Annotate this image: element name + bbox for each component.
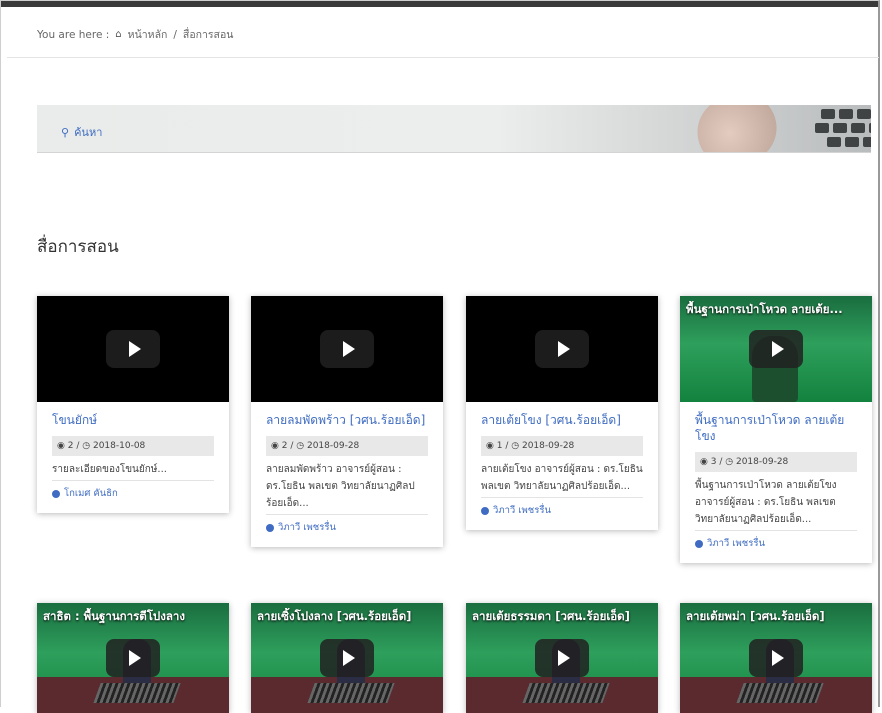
breadcrumb-current: สื่อการสอน (182, 29, 234, 41)
card-description: รายละเอียดของโขนยักษ์... (52, 461, 214, 481)
play-icon[interactable] (535, 639, 589, 677)
card-author[interactable]: วิภาวี เพชรรื่น (695, 536, 857, 551)
video-overlay-title: ลายเต้ยพม่า [วศน.ร้อยเอ็ด] (686, 609, 825, 623)
media-card: ลายลมพัดพร้าว [วศน.ร้อยเอ็ด] ◉ 2 / ◷ 201… (251, 296, 443, 547)
media-card: ลายเต้ยธรรมดา [วศน.ร้อยเอ็ด] (466, 603, 658, 713)
video-overlay-title: ลายเต้ยธรรมดา [วศน.ร้อยเอ็ด] (472, 609, 630, 623)
user-icon (52, 489, 60, 498)
post-date: 2018-10-08 (92, 441, 146, 451)
search-link[interactable]: ⚲ ค้นหา (61, 123, 102, 141)
clock-icon: ◷ (82, 441, 91, 451)
clock-icon: ◷ (296, 441, 305, 451)
author-name: โกเมศ คันธิก (64, 488, 118, 499)
clock-icon: ◷ (725, 457, 734, 467)
video-overlay-title: สาธิต : พื้นฐานการตีโปงลาง (43, 609, 185, 623)
author-name: วิภาวี เพชรรื่น (707, 538, 765, 549)
video-thumbnail[interactable]: สาธิต : พื้นฐานการตีโปงลาง (37, 603, 229, 713)
user-icon (695, 539, 703, 548)
author-name: วิภาวี เพชรรื่น (493, 505, 551, 516)
card-description: ลายเต้ยโขง อาจารย์ผู้สอน : ดร.โยธิน พลเข… (481, 461, 643, 498)
video-thumbnail[interactable]: ลายเต้ยธรรมดา [วศน.ร้อยเอ็ด] (466, 603, 658, 713)
view-count: 2 (281, 441, 288, 451)
card-title[interactable]: โขนยักษ์ (52, 412, 214, 428)
divider (7, 57, 879, 58)
banner-keyboard-image (777, 109, 871, 152)
card-author[interactable]: วิภาวี เพชรรื่น (266, 520, 428, 535)
search-label: ค้นหา (74, 126, 103, 139)
view-count: 3 (710, 457, 717, 467)
video-overlay-title: พื้นฐานการเป่าโหวด ลายเต้ย... (686, 302, 843, 316)
post-date: 2018-09-28 (521, 441, 575, 451)
card-title[interactable]: ลายลมพัดพร้าว [วศน.ร้อยเอ็ด] (266, 412, 428, 428)
home-icon: ⌂ (115, 29, 122, 40)
card-meta: ◉ 3 / ◷ 2018-09-28 (695, 452, 857, 472)
breadcrumb-separator: / (173, 28, 177, 41)
play-icon[interactable] (749, 639, 803, 677)
play-icon[interactable] (106, 330, 160, 368)
play-icon[interactable] (535, 330, 589, 368)
section-title: สื่อการสอน (37, 237, 119, 257)
card-title[interactable]: พื้นฐานการเป่าโหวด ลายเต้ยโขง (695, 412, 857, 444)
card-author[interactable]: วิภาวี เพชรรื่น (481, 503, 643, 518)
media-card: ลายเซิ้งโปงลาง [วศน.ร้อยเอ็ด] (251, 603, 443, 713)
card-meta: ◉ 2 / ◷ 2018-09-28 (266, 436, 428, 456)
card-author[interactable]: โกเมศ คันธิก (52, 486, 214, 501)
clock-icon: ◷ (511, 441, 520, 451)
breadcrumb-home[interactable]: หน้าหลัก (128, 26, 168, 43)
card-description: พื้นฐานการเป่าโหวด ลายเต้ยโขง อาจารย์ผู้… (695, 477, 857, 531)
media-card: ลายเต้ยโขง [วศน.ร้อยเอ็ด] ◉ 1 / ◷ 2018-0… (466, 296, 658, 530)
video-xylophone-image (93, 683, 181, 703)
top-bar (1, 1, 878, 7)
video-thumbnail[interactable]: ลายเซิ้งโปงลาง [วศน.ร้อยเอ็ด] (251, 603, 443, 713)
media-card: ลายเต้ยพม่า [วศน.ร้อยเอ็ด] (680, 603, 872, 713)
search-banner: ⚲ ค้นหา (37, 105, 871, 153)
eye-icon: ◉ (486, 441, 494, 451)
video-xylophone-image (307, 683, 395, 703)
breadcrumb: You are here : ⌂ หน้าหลัก / สื่อการสอน (37, 26, 233, 43)
eye-icon: ◉ (271, 441, 279, 451)
video-thumbnail[interactable] (37, 296, 229, 402)
card-meta: ◉ 1 / ◷ 2018-09-28 (481, 436, 643, 456)
eye-icon: ◉ (700, 457, 708, 467)
breadcrumb-prefix: You are here : (37, 28, 110, 41)
media-card: พื้นฐานการเป่าโหวด ลายเต้ย... พื้นฐานการ… (680, 296, 872, 563)
view-count: 2 (67, 441, 74, 451)
play-icon[interactable] (320, 639, 374, 677)
video-thumbnail[interactable]: ลายเต้ยพม่า [วศน.ร้อยเอ็ด] (680, 603, 872, 713)
user-icon (266, 523, 274, 532)
post-date: 2018-09-28 (306, 441, 360, 451)
play-icon[interactable] (106, 639, 160, 677)
view-count: 1 (496, 441, 503, 451)
video-overlay-title: ลายเซิ้งโปงลาง [วศน.ร้อยเอ็ด] (257, 609, 412, 623)
video-thumbnail[interactable] (466, 296, 658, 402)
video-xylophone-image (522, 683, 610, 703)
card-description: ลายลมพัดพร้าว อาจารย์ผู้สอน : ดร.โยธิน พ… (266, 461, 428, 515)
play-icon[interactable] (320, 330, 374, 368)
post-date: 2018-09-28 (735, 457, 789, 467)
search-icon: ⚲ (61, 125, 70, 139)
video-thumbnail[interactable]: พื้นฐานการเป่าโหวด ลายเต้ย... (680, 296, 872, 402)
video-thumbnail[interactable] (251, 296, 443, 402)
media-card: สาธิต : พื้นฐานการตีโปงลาง (37, 603, 229, 713)
author-name: วิภาวี เพชรรื่น (278, 522, 336, 533)
video-xylophone-image (736, 683, 824, 703)
media-card: โขนยักษ์ ◉ 2 / ◷ 2018-10-08 รายละเอียดขอ… (37, 296, 229, 513)
card-meta: ◉ 2 / ◷ 2018-10-08 (52, 436, 214, 456)
play-icon[interactable] (749, 330, 803, 368)
page-frame: You are here : ⌂ หน้าหลัก / สื่อการสอน ⚲… (0, 0, 880, 713)
user-icon (481, 506, 489, 515)
eye-icon: ◉ (57, 441, 65, 451)
card-title[interactable]: ลายเต้ยโขง [วศน.ร้อยเอ็ด] (481, 412, 643, 428)
banner-hand-image (685, 105, 789, 152)
